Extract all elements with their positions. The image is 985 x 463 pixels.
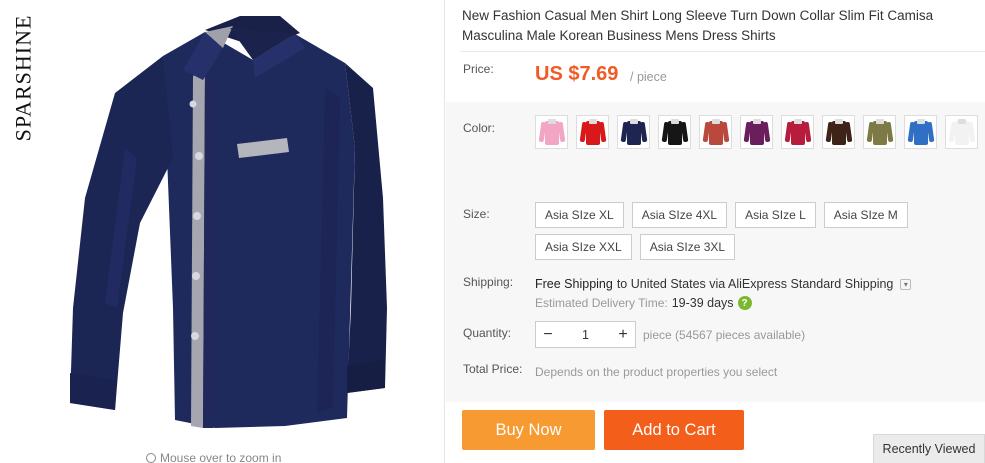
price-label: Price: [463,62,494,76]
quantity-input[interactable]: 1 [560,328,611,342]
size-label: Size: [463,207,490,221]
color-swatch-red[interactable] [576,115,609,149]
total-price-label: Total Price: [463,362,523,376]
shirt-thumbnail-icon [866,118,893,146]
delivery-estimate-label: Estimated Delivery Time: [535,296,668,310]
chevron-down-icon[interactable]: ▾ [900,278,912,290]
zoom-hint-text: Mouse over to zoom in [160,451,282,463]
shirt-thumbnail-icon [620,118,647,146]
shirt-thumbnail-icon [702,118,729,146]
price-value: US $7.69 [535,63,619,85]
magnifier-icon [146,453,156,463]
color-swatch-brown[interactable] [822,115,855,149]
product-info-panel: New Fashion Casual Men Shirt Long Sleeve… [446,0,985,463]
product-image-panel[interactable]: SPARSHINE Mouse over to zoom in [0,0,445,463]
delivery-days: 19-39 days [671,296,734,310]
shirt-thumbnail-icon [579,118,606,146]
color-swatch-olive[interactable] [863,115,896,149]
color-label: Color: [463,121,496,135]
color-swatch-list [535,115,985,149]
total-price-note: Depends on the product properties you se… [535,365,778,379]
size-option[interactable]: Asia SIze 4XL [631,202,728,228]
shirt-thumbnail-icon [948,118,975,146]
shirt-thumbnail-icon [743,118,770,146]
product-title: New Fashion Casual Men Shirt Long Sleeve… [462,8,934,43]
quantity-availability: piece (54567 pieces available) [643,328,806,342]
size-option[interactable]: Asia SIze XXL [535,234,632,260]
color-swatch-navy[interactable] [617,115,650,149]
shipping-label: Shipping: [463,275,514,289]
shirt-thumbnail-icon [825,118,852,146]
size-option-list: Asia SIze XL Asia SIze 4XL Asia SIze L Asia… [535,202,985,260]
size-option[interactable]: Asia SIze M [823,202,908,228]
shirt-thumbnail-icon [907,118,934,146]
color-swatch-brick[interactable] [699,115,732,149]
buy-now-button[interactable]: Buy Now [462,410,595,450]
shirt-thumbnail-icon [661,118,688,146]
size-option[interactable]: Asia SIze L [735,202,816,228]
recently-viewed-tab[interactable]: Recently Viewed [873,434,985,463]
shirt-thumbnail-icon [538,118,565,146]
price-unit: / piece [630,70,667,84]
brand-name: SPARSHINE [10,14,36,142]
quantity-label: Quantity: [463,326,512,340]
add-to-cart-button[interactable]: Add to Cart [604,410,744,450]
color-swatch-crimson[interactable] [781,115,814,149]
help-icon[interactable]: ? [737,296,752,310]
product-image-shirt[interactable] [55,8,440,438]
size-option[interactable]: Asia SIze XL [535,202,624,228]
size-option[interactable]: Asia SIze 3XL [639,234,736,260]
shipping-destination[interactable]: to United States via AliExpress Standard… [617,277,894,291]
color-swatch-black[interactable] [658,115,691,149]
shipping-info: Free Shipping to United States via AliEx… [535,277,912,291]
zoom-hint: Mouse over to zoom in [146,451,281,463]
color-swatch-blue[interactable] [904,115,937,149]
color-swatch-pink[interactable] [535,115,568,149]
quantity-increase-button[interactable]: + [611,322,635,347]
title-divider [460,51,985,52]
quantity-stepper: − 1 + [535,321,636,348]
color-swatch-purple[interactable] [740,115,773,149]
free-shipping-text: Free Shipping [535,277,613,291]
delivery-estimate: Estimated Delivery Time: 19-39 days ? [535,296,752,310]
color-swatch-white[interactable] [945,115,978,149]
brand-logo: SPARSHINE [6,8,40,148]
quantity-decrease-button[interactable]: − [536,322,560,347]
shirt-thumbnail-icon [784,118,811,146]
